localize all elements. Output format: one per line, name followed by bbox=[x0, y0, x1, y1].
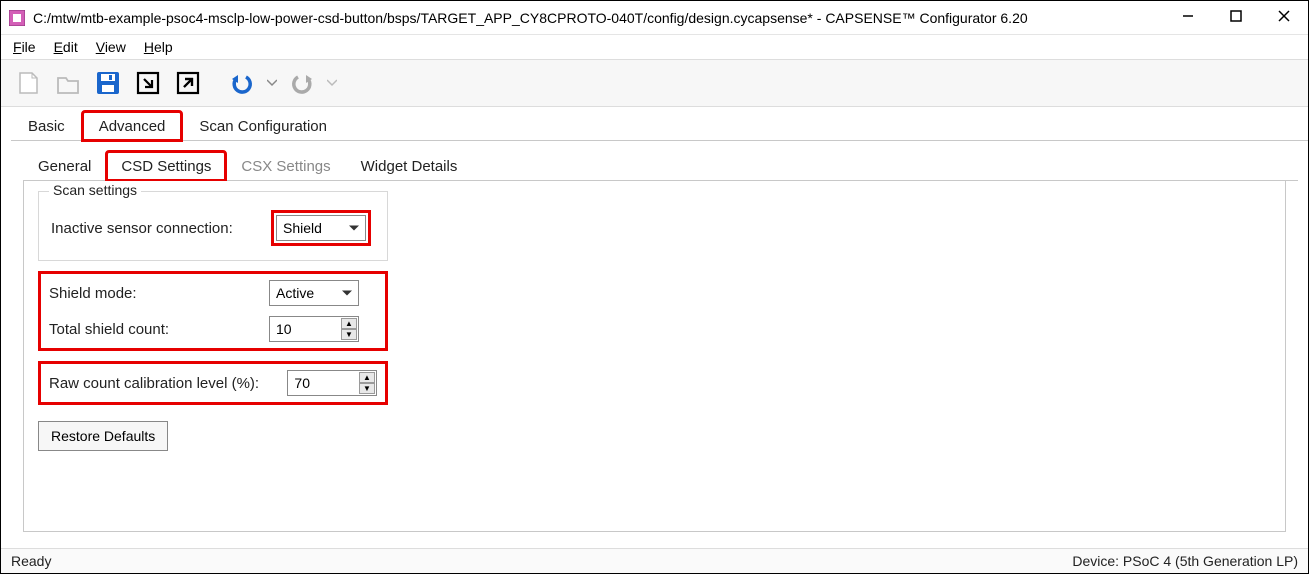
subtab-widget-details[interactable]: Widget Details bbox=[346, 151, 473, 181]
tab-scan-configuration[interactable]: Scan Configuration bbox=[182, 111, 344, 141]
spin-down-icon: ▼ bbox=[359, 383, 375, 394]
minimize-button[interactable] bbox=[1178, 9, 1198, 26]
spin-up-icon: ▲ bbox=[359, 372, 375, 383]
tab-basic[interactable]: Basic bbox=[11, 111, 82, 141]
redo-icon[interactable] bbox=[285, 66, 319, 100]
toolbar bbox=[1, 59, 1308, 107]
export-icon[interactable] bbox=[171, 66, 205, 100]
menu-file[interactable]: File bbox=[13, 39, 36, 55]
inactive-sensor-select[interactable]: Shield bbox=[276, 215, 366, 241]
inactive-sensor-label: Inactive sensor connection: bbox=[51, 220, 271, 237]
device-text: Device: PSoC 4 (5th Generation LP) bbox=[1072, 553, 1298, 569]
maximize-button[interactable] bbox=[1226, 9, 1246, 26]
app-icon bbox=[9, 10, 25, 26]
restore-defaults-button[interactable]: Restore Defaults bbox=[38, 421, 168, 451]
undo-dropdown-icon[interactable] bbox=[265, 66, 279, 100]
menu-help[interactable]: Help bbox=[144, 39, 173, 55]
scan-settings-legend: Scan settings bbox=[49, 182, 141, 198]
subtab-csd-settings[interactable]: CSD Settings bbox=[106, 151, 226, 181]
menu-edit[interactable]: Edit bbox=[54, 39, 78, 55]
spin-down-icon: ▼ bbox=[341, 329, 357, 340]
menubar: File Edit View Help bbox=[1, 35, 1308, 59]
tab-advanced[interactable]: Advanced bbox=[82, 111, 183, 141]
raw-count-calibration-input[interactable]: 70 ▲▼ bbox=[287, 370, 377, 396]
statusbar: Ready Device: PSoC 4 (5th Generation LP) bbox=[1, 548, 1308, 573]
total-shield-count-label: Total shield count: bbox=[49, 321, 269, 338]
shield-mode-label: Shield mode: bbox=[49, 285, 269, 302]
subtab-general[interactable]: General bbox=[23, 151, 106, 181]
subtab-csx-settings: CSX Settings bbox=[226, 151, 345, 181]
undo-icon[interactable] bbox=[225, 66, 259, 100]
csd-settings-panel: Scan settings Inactive sensor connection… bbox=[23, 181, 1286, 532]
raw-cal-highlight: Raw count calibration level (%): 70 ▲▼ bbox=[38, 361, 388, 405]
menu-view[interactable]: View bbox=[96, 39, 126, 55]
save-icon[interactable] bbox=[91, 66, 125, 100]
shield-group-highlight: Shield mode: Active Total shield count: … bbox=[38, 271, 388, 351]
close-button[interactable] bbox=[1274, 9, 1294, 26]
window-title: C:/mtw/mtb-example-psoc4-msclp-low-power… bbox=[33, 10, 1178, 26]
redo-dropdown-icon[interactable] bbox=[325, 66, 339, 100]
scan-settings-group: Scan settings Inactive sensor connection… bbox=[38, 191, 388, 261]
shield-mode-select[interactable]: Active bbox=[269, 280, 359, 306]
titlebar: C:/mtw/mtb-example-psoc4-msclp-low-power… bbox=[1, 1, 1308, 35]
total-shield-count-input[interactable]: 10 ▲▼ bbox=[269, 316, 359, 342]
sub-tabs: General CSD Settings CSX Settings Widget… bbox=[23, 151, 1298, 181]
status-text: Ready bbox=[11, 553, 51, 569]
new-file-icon[interactable] bbox=[11, 66, 45, 100]
open-file-icon[interactable] bbox=[51, 66, 85, 100]
raw-count-calibration-label: Raw count calibration level (%): bbox=[49, 375, 287, 392]
import-icon[interactable] bbox=[131, 66, 165, 100]
main-tabs: Basic Advanced Scan Configuration bbox=[11, 111, 1308, 141]
spin-up-icon: ▲ bbox=[341, 318, 357, 329]
